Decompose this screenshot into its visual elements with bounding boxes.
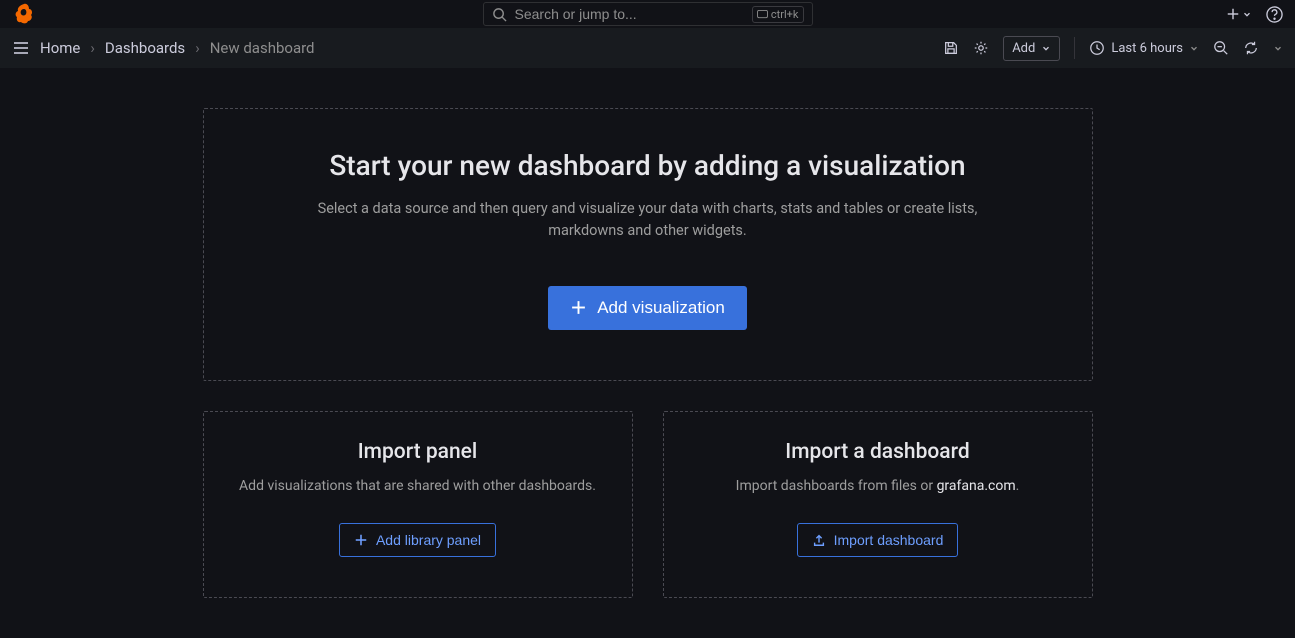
upload-icon — [812, 533, 826, 547]
search-input[interactable] — [515, 6, 744, 22]
hero-subtitle: Select a data source and then query and … — [298, 198, 998, 242]
settings-button[interactable] — [973, 40, 989, 56]
gear-icon — [973, 40, 989, 56]
add-menu-button[interactable]: Add — [1003, 36, 1060, 61]
chevron-down-icon — [1041, 43, 1051, 53]
plus-icon — [570, 299, 587, 316]
zoom-out-icon — [1213, 40, 1229, 56]
chevron-right-icon: › — [90, 39, 95, 57]
search-icon — [492, 7, 507, 22]
add-visualization-button[interactable]: Add visualization — [548, 286, 747, 330]
zoom-out-button[interactable] — [1213, 40, 1229, 56]
refresh-icon — [1243, 40, 1259, 56]
grafana-link[interactable]: grafana.com — [937, 478, 1016, 494]
chevron-down-icon — [1242, 9, 1252, 19]
import-dashboard-label: Import dashboard — [834, 532, 944, 548]
clock-icon — [1089, 40, 1105, 56]
add-library-panel-label: Add library panel — [376, 532, 481, 548]
menu-toggle-button[interactable] — [12, 39, 30, 57]
import-dashboard-title: Import a dashboard — [694, 440, 1062, 464]
new-menu-button[interactable] — [1226, 7, 1252, 21]
breadcrumb-dashboards[interactable]: Dashboards — [105, 39, 185, 57]
import-panel-title: Import panel — [234, 440, 602, 464]
breadcrumb: Home › Dashboards › New dashboard — [40, 39, 315, 57]
import-dashboard-subtitle: Import dashboards from files or grafana.… — [694, 476, 1062, 497]
save-icon — [943, 40, 959, 56]
empty-state-hero: Start your new dashboard by adding a vis… — [203, 108, 1093, 381]
refresh-interval-picker[interactable] — [1273, 43, 1283, 53]
divider — [1074, 37, 1075, 59]
chevron-down-icon — [1273, 43, 1283, 53]
chevron-down-icon — [1189, 43, 1199, 53]
plus-icon — [354, 533, 368, 547]
help-button[interactable] — [1266, 6, 1283, 23]
import-panel-subtitle: Add visualizations that are shared with … — [234, 476, 602, 497]
import-dashboard-card: Import a dashboard Import dashboards fro… — [663, 411, 1093, 598]
add-library-panel-button[interactable]: Add library panel — [339, 523, 496, 557]
search-shortcut: ctrl+k — [752, 6, 804, 23]
import-dashboard-button[interactable]: Import dashboard — [797, 523, 959, 557]
add-visualization-label: Add visualization — [597, 298, 725, 318]
search-bar[interactable]: ctrl+k — [483, 2, 813, 26]
import-panel-card: Import panel Add visualizations that are… — [203, 411, 633, 598]
hero-title: Start your new dashboard by adding a vis… — [244, 149, 1052, 182]
time-range-picker[interactable]: Last 6 hours — [1089, 40, 1199, 56]
chevron-right-icon: › — [195, 39, 200, 57]
breadcrumb-home[interactable]: Home — [40, 39, 80, 57]
breadcrumb-current: New dashboard — [210, 39, 315, 57]
save-button[interactable] — [943, 40, 959, 56]
grafana-logo-icon[interactable] — [12, 2, 36, 26]
time-range-label: Last 6 hours — [1111, 41, 1183, 56]
add-label: Add — [1012, 41, 1035, 56]
refresh-button[interactable] — [1243, 40, 1259, 56]
